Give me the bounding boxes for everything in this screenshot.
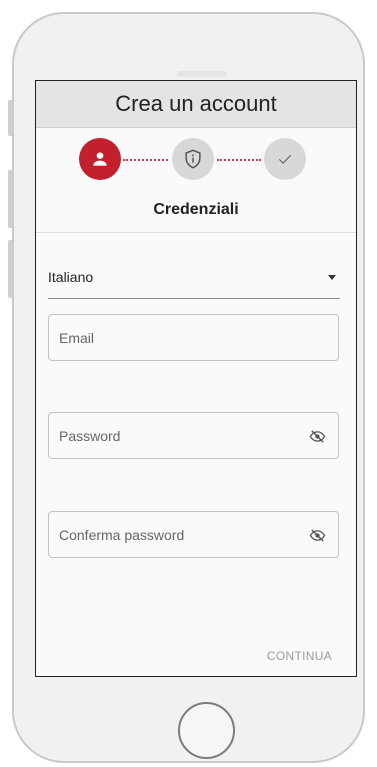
step-security [172, 138, 214, 180]
step-title: Credenziali [153, 201, 239, 218]
person-icon [93, 152, 107, 166]
step-confirm [264, 138, 306, 180]
home-button[interactable] [178, 702, 235, 759]
page-title: Crea un account [115, 91, 277, 116]
confirm-password-field [48, 511, 339, 558]
app-screen: Crea un account Credenziali Italiano Ema… [35, 80, 357, 677]
confirm-password-input[interactable] [59, 512, 299, 557]
stepper [36, 138, 356, 182]
continue-button[interactable]: CONTINUA [267, 649, 332, 663]
password-input[interactable] [59, 413, 299, 458]
step-connector [217, 159, 261, 161]
app-bar: Crea un account [36, 81, 356, 128]
shield-info-icon [185, 149, 201, 169]
email-field [48, 314, 339, 361]
password-field [48, 412, 339, 459]
chevron-down-icon [328, 275, 336, 280]
divider [36, 232, 356, 233]
step-credentials [79, 138, 121, 180]
check-icon [278, 154, 292, 164]
email-input[interactable] [59, 315, 299, 360]
phone-side-button [8, 100, 13, 136]
eye-off-icon[interactable] [309, 428, 326, 445]
language-select[interactable]: Italiano [48, 264, 340, 299]
step-connector [123, 159, 168, 161]
language-select-value: Italiano [48, 269, 94, 285]
phone-side-button [8, 170, 13, 228]
eye-off-icon[interactable] [309, 527, 326, 544]
phone-speaker [177, 71, 227, 77]
phone-side-button [8, 240, 13, 298]
